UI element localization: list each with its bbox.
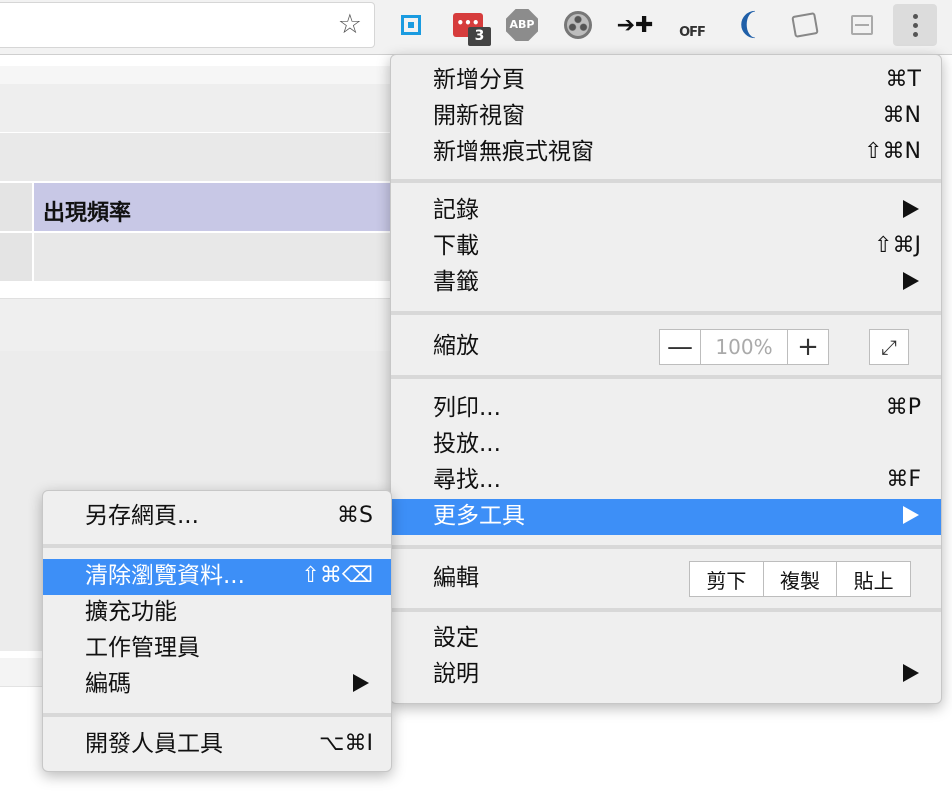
table-cell	[34, 233, 400, 281]
jquery-icon[interactable]: ❨	[732, 9, 764, 41]
menu-item-downloads[interactable]: 下載 ⇧⌘J	[391, 229, 941, 265]
menu-item-shortcut: ⌘S	[337, 503, 373, 528]
menu-item-shortcut: ⌘F	[886, 467, 921, 492]
menu-item-shortcut: ⇧⌘N	[864, 139, 921, 164]
menu-item-label: 記錄	[433, 197, 479, 223]
page-band	[0, 66, 400, 85]
page-band	[0, 84, 400, 133]
off-label: OFF	[679, 24, 706, 40]
menu-item-label: 另存網頁...	[85, 503, 199, 529]
more-tools-submenu: 另存網頁... ⌘S 清除瀏覽資料... ⇧⌘⌫ 擴充功能 工作管理員 編碼 開…	[42, 490, 392, 772]
table-row	[0, 233, 400, 281]
menu-item-label: 擴充功能	[85, 599, 177, 625]
menu-item-bookmarks[interactable]: 書籤	[391, 265, 941, 301]
chrome-menu-button[interactable]	[893, 4, 937, 46]
menu-item-label: 設定	[433, 625, 479, 651]
menu-item-more-tools[interactable]: 更多工具	[391, 499, 941, 535]
submenu-arrow-icon	[353, 674, 369, 692]
menu-item-history[interactable]: 記錄	[391, 193, 941, 229]
zoom-in-button[interactable]: +	[787, 330, 828, 364]
table-header-row: 出現頻率	[0, 183, 400, 233]
table-cell	[0, 233, 34, 281]
menu-item-shortcut: ⌘N	[882, 103, 921, 128]
menu-item-label: 說明	[433, 661, 479, 687]
menu-separator	[391, 545, 941, 549]
page-band	[0, 298, 400, 352]
arrows-extension-icon[interactable]: ➔✚	[617, 9, 654, 41]
menu-separator	[43, 544, 391, 548]
off-extension-icon[interactable]: OFF	[676, 9, 708, 41]
table-cell	[0, 183, 34, 231]
menu-item-label: 列印...	[433, 395, 501, 421]
menu-item-label: 縮放	[433, 333, 479, 359]
menu-item-settings[interactable]: 設定	[391, 621, 941, 657]
fullscreen-icon[interactable]: ⤢	[869, 329, 909, 365]
adblock-plus-icon[interactable]: ABP	[506, 9, 538, 41]
adblock-label: ABP	[506, 9, 538, 41]
edit-button-group: 剪下 複製 貼上	[689, 561, 911, 597]
menu-separator	[391, 311, 941, 315]
page-band	[0, 133, 400, 183]
paste-button[interactable]: 貼上	[837, 562, 910, 596]
chrome-main-menu: 新增分頁 ⌘T 開新視窗 ⌘N 新增無痕式視窗 ⇧⌘N 記錄 下載 ⇧⌘J 書籤…	[390, 54, 942, 704]
menu-item-label: 更多工具	[433, 503, 525, 529]
menu-dot-icon	[912, 13, 918, 19]
menu-item-encoding[interactable]: 編碼	[43, 667, 391, 703]
menu-item-cast[interactable]: 投放...	[391, 427, 941, 463]
menu-item-label: 尋找...	[433, 467, 501, 493]
zoom-control: — 100% +	[659, 329, 829, 365]
menu-item-clear-browsing-data[interactable]: 清除瀏覽資料... ⇧⌘⌫	[43, 559, 391, 595]
submenu-arrow-icon	[903, 272, 919, 290]
menu-dot-icon	[912, 31, 918, 37]
table-header-label: 出現頻率	[43, 201, 132, 226]
menu-item-label: 開發人員工具	[85, 731, 223, 757]
menu-item-developer-tools[interactable]: 開發人員工具 ⌥⌘I	[43, 727, 391, 763]
zoom-out-button[interactable]: —	[660, 330, 701, 364]
menu-separator	[391, 608, 941, 612]
submenu-arrow-icon	[903, 506, 919, 524]
menu-item-print[interactable]: 列印... ⌘P	[391, 391, 941, 427]
menu-item-label: 開新視窗	[433, 103, 525, 129]
menu-item-help[interactable]: 說明	[391, 657, 941, 693]
menu-item-label: 工作管理員	[85, 635, 200, 661]
menu-item-shortcut: ⇧⌘J	[874, 233, 921, 258]
menu-item-label: 編輯	[433, 565, 479, 591]
menu-item-new-tab[interactable]: 新增分頁 ⌘T	[391, 63, 941, 99]
menu-item-shortcut: ⇧⌘⌫	[301, 563, 373, 588]
menu-item-task-manager[interactable]: 工作管理員	[43, 631, 391, 667]
copy-button[interactable]: 複製	[762, 562, 838, 596]
menu-item-find[interactable]: 尋找... ⌘F	[391, 463, 941, 499]
menu-separator	[391, 375, 941, 379]
menu-item-label: 書籤	[433, 269, 479, 295]
square-extension-icon[interactable]	[395, 9, 427, 41]
menu-item-label: 新增分頁	[433, 67, 525, 93]
zoom-level: 100%	[715, 335, 773, 359]
menu-item-label: 清除瀏覽資料...	[85, 563, 245, 589]
menu-item-label: 下載	[433, 233, 479, 259]
submenu-arrow-icon	[903, 664, 919, 682]
submenu-arrow-icon	[903, 200, 919, 218]
menu-item-label: 新增無痕式視窗	[433, 139, 594, 165]
menu-item-shortcut: ⌘P	[885, 395, 921, 420]
cut-button[interactable]: 剪下	[690, 562, 763, 596]
menu-item-new-incognito-window[interactable]: 新增無痕式視窗 ⇧⌘N	[391, 135, 941, 171]
notepad-icon[interactable]	[789, 9, 821, 41]
menu-dot-icon	[912, 22, 918, 28]
printer-icon[interactable]	[846, 9, 878, 41]
menu-item-shortcut: ⌘T	[885, 67, 921, 92]
address-bar[interactable]: ☆	[0, 2, 375, 48]
table-header-cell: 出現頻率	[34, 183, 400, 233]
menu-item-new-window[interactable]: 開新視窗 ⌘N	[391, 99, 941, 135]
menu-item-label: 投放...	[433, 431, 501, 457]
menu-item-shortcut: ⌥⌘I	[319, 731, 373, 756]
film-reel-icon[interactable]	[562, 9, 594, 41]
menu-item-label: 編碼	[85, 671, 131, 697]
menu-item-save-page[interactable]: 另存網頁... ⌘S	[43, 499, 391, 535]
menu-separator	[391, 179, 941, 183]
menu-item-extensions[interactable]: 擴充功能	[43, 595, 391, 631]
extension-badge: 3	[468, 27, 491, 46]
browser-toolbar: ☆ ••• 3 ABP ➔✚ OFF ❨	[0, 0, 952, 55]
menu-separator	[43, 713, 391, 717]
bookmark-star-icon[interactable]: ☆	[338, 10, 362, 40]
